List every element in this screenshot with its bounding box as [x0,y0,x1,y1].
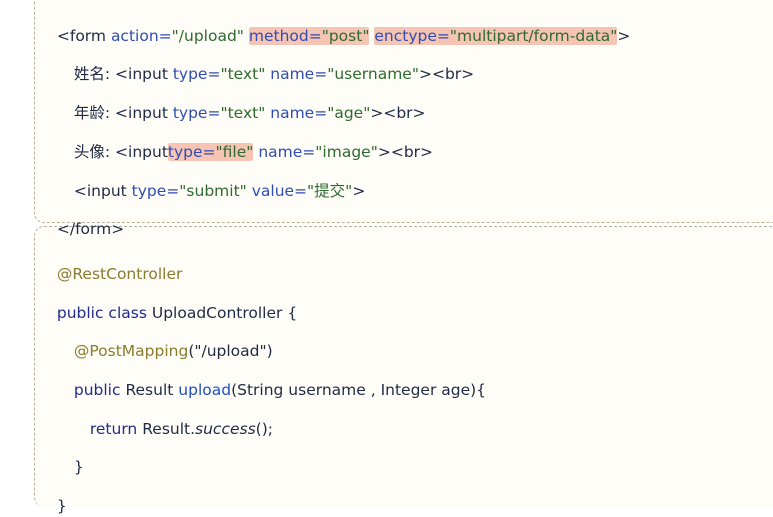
code-line-return: return Result.success(); [80,396,273,438]
code-line-submit: <input type="submit" value="提交"> [64,158,365,200]
token-return-tail: (); [255,420,273,438]
token-attr-value: value= [251,182,308,200]
token-brace: } [56,497,67,515]
token-return-call: success [195,420,256,438]
token-val-enctype: "multipart/form-data" [449,27,618,45]
code-line-form-close: </form> [47,196,124,238]
code-line-close-outer: } [47,473,67,515]
code-line-close-inner: } [64,434,84,476]
token-tail: ><br> [418,65,475,83]
code-line-username: 姓名: <input type="text" name="username"><… [64,41,474,83]
code-line-annotation-postmapping: @PostMapping("/upload") [64,318,273,360]
token-val-value: "提交" [307,182,353,200]
code-line-class-decl: public class UploadController { [47,280,297,322]
token-brace: } [73,458,84,476]
code-line-image: 头像: <inputtype="file" name="image"><br> [64,119,433,161]
token-val-type: "submit" [179,182,247,200]
code-line-method-decl: public Result upload(String username , I… [64,357,486,399]
code-line-age: 年龄: <input type="text" name="age"><br> [64,80,426,122]
token-tail: ><br> [377,143,434,161]
code-line-annotation-restcontroller: @RestController [47,241,183,283]
code-line-form-open: <form action="/upload" method="post" enc… [47,3,630,45]
token-attr-type: type= [131,182,180,200]
token-form-close: </form> [56,220,125,238]
token-return-obj: Result. [142,420,196,438]
token-keyword: return [89,420,138,438]
token-gt: > [617,27,631,45]
token-gt: > [352,182,366,200]
